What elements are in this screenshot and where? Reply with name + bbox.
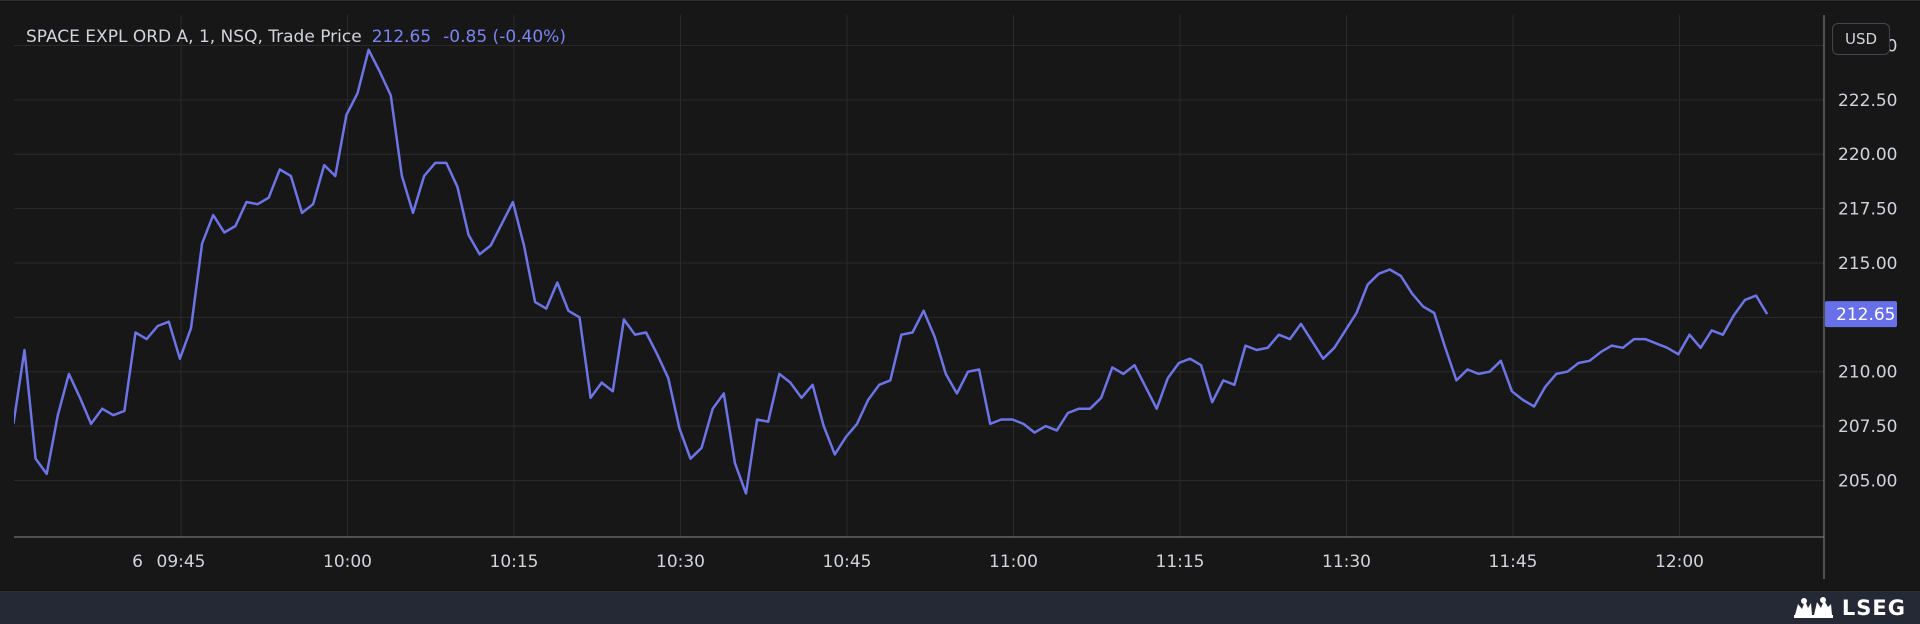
x-axis-labels: 6 09:45 10:00 10:15 10:30 10:45 11:00 11:15 11:3… (132, 552, 1704, 572)
x-tick-label: 11:00 (989, 552, 1038, 572)
x-tick-label: 10:30 (656, 552, 705, 572)
x-tick-label: 09:45 (157, 552, 206, 572)
price-change: -0.85 (-0.40%) (443, 27, 566, 47)
y-tick-label: 205.00 (1838, 471, 1897, 491)
x-tick-label: 10:00 (323, 552, 372, 572)
y-axis-labels: 205.00207.50210.00212.50215.00217.50220.… (1838, 36, 1897, 491)
x-tick-label: 10:15 (490, 552, 539, 572)
y-tick-label: 215.00 (1838, 254, 1897, 274)
lseg-lion-logo-icon (1793, 597, 1833, 618)
price-series-line (14, 48, 1769, 495)
brand-name: LSEG (1841, 596, 1906, 620)
y-tick-label: 217.50 (1838, 200, 1897, 220)
last-price-tag: 212.65 (1825, 301, 1897, 328)
chart-legend: SPACE EXPL ORD A, 1, NSQ, Trade Price 21… (26, 27, 566, 47)
chart-panel[interactable]: 6 09:45 10:00 10:15 10:30 10:45 11:00 11:15 11:3… (0, 0, 1920, 592)
currency-button[interactable]: USD (1832, 23, 1890, 55)
x-tick-label: 10:45 (823, 552, 872, 572)
x-tick-label: 11:30 (1322, 552, 1371, 572)
y-tick-label: 210.00 (1838, 363, 1897, 383)
y-tick-label: 207.50 (1838, 417, 1897, 437)
price-chart[interactable]: 6 09:45 10:00 10:15 10:30 10:45 11:00 11:15 11:3… (0, 1, 1920, 591)
brand: LSEG (1792, 592, 1906, 624)
x-tick-label: 11:15 (1156, 552, 1205, 572)
last-price-tag-label: 212.65 (1836, 305, 1895, 325)
footer-bar: LSEG (0, 592, 1920, 624)
chart-widget: 6 09:45 10:00 10:15 10:30 10:45 11:00 11:15 11:3… (0, 0, 1920, 624)
chart-grid (14, 15, 1824, 537)
x-tick-label: 11:45 (1489, 552, 1538, 572)
x-tick-label: 6 (132, 552, 143, 572)
x-tick-label: 12:00 (1655, 552, 1704, 572)
y-tick-label: 222.50 (1838, 91, 1897, 111)
last-price: 212.65 (371, 27, 432, 47)
chart-series (14, 48, 1769, 495)
y-tick-label: 220.00 (1838, 145, 1897, 165)
instrument-title: SPACE EXPL ORD A, 1, NSQ, Trade Price (26, 27, 362, 47)
